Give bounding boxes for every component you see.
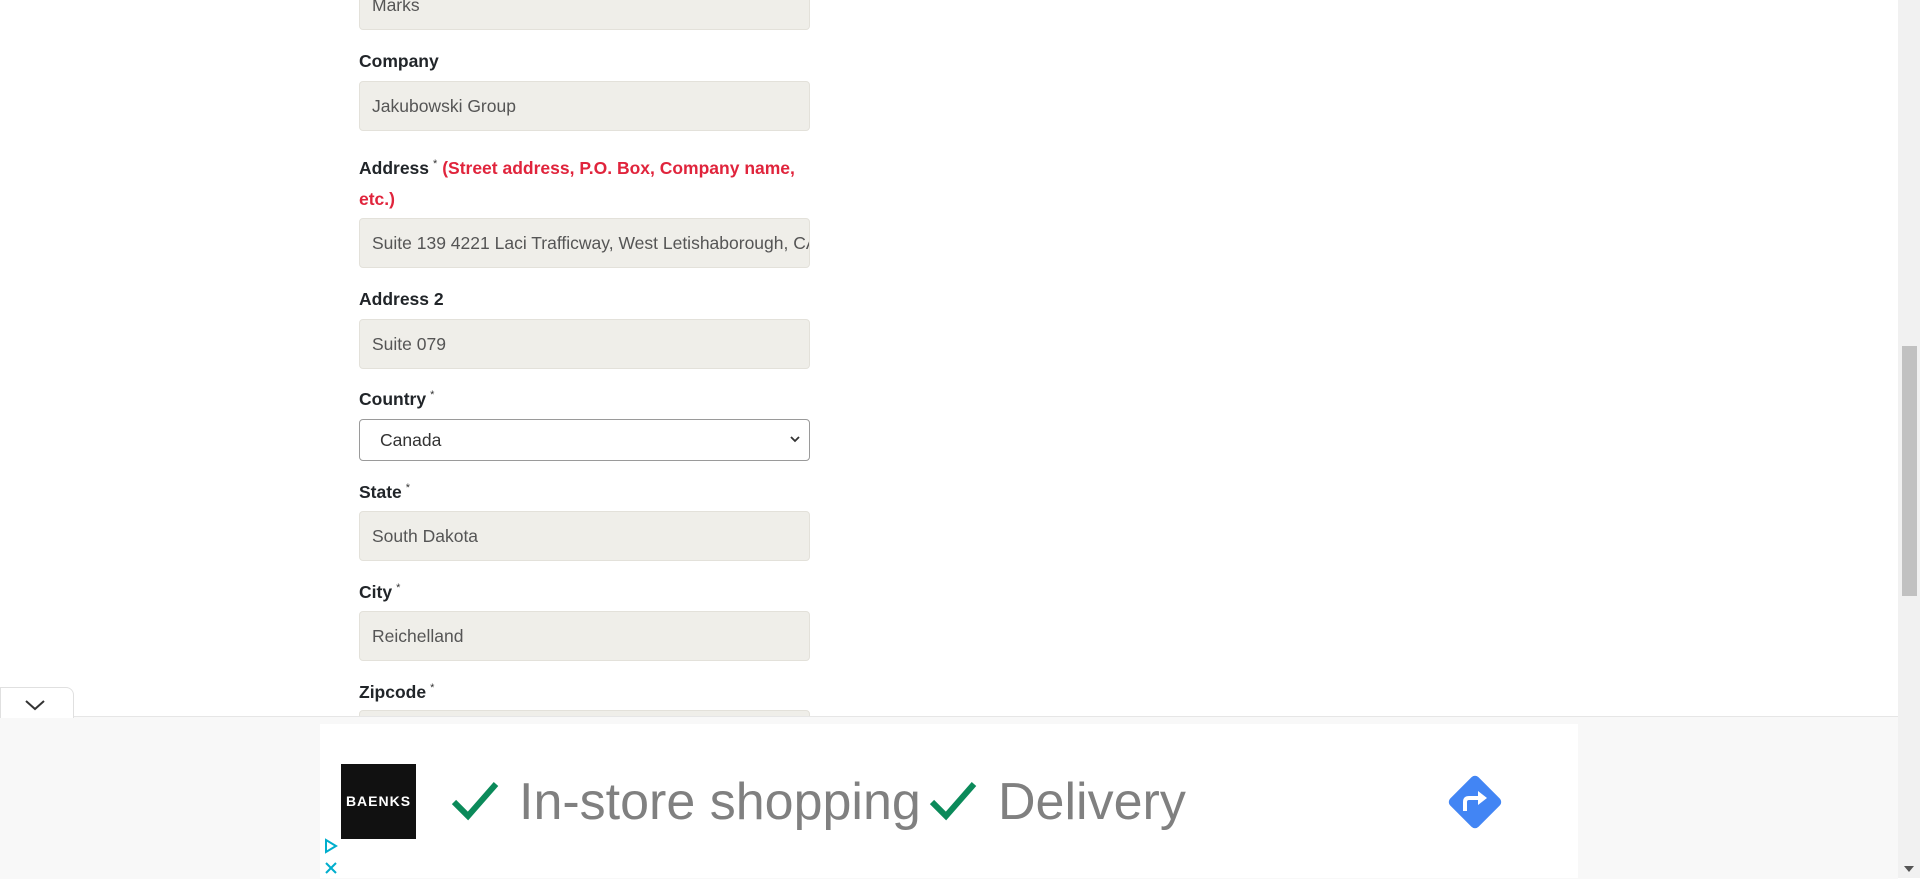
ad-text-instore[interactable]: In-store shopping xyxy=(519,772,921,832)
address2-input[interactable]: Suite 079 xyxy=(359,319,810,369)
close-icon[interactable] xyxy=(323,860,339,876)
required-mark: * xyxy=(430,682,435,695)
required-mark: * xyxy=(405,482,411,495)
directions-icon[interactable] xyxy=(1444,771,1506,833)
company-input[interactable]: Jakubowski Group xyxy=(359,81,810,131)
required-mark: * xyxy=(396,582,401,595)
zipcode-label: Zipcode * xyxy=(359,682,434,703)
required-mark: * xyxy=(430,389,435,402)
country-selected-value: Canada xyxy=(380,430,442,450)
city-label-text: City xyxy=(359,582,393,602)
ad-text-delivery[interactable]: Delivery xyxy=(998,772,1186,832)
chevron-down-icon xyxy=(25,700,45,711)
country-label: Country * xyxy=(359,389,434,410)
state-label: State * xyxy=(359,482,410,503)
brand-logo[interactable]: BAENKS xyxy=(341,764,416,839)
country-select[interactable]: Canada xyxy=(359,419,810,461)
checkmark-icon xyxy=(929,782,977,821)
zipcode-label-text: Zipcode xyxy=(359,682,427,702)
scroll-thumb[interactable] xyxy=(1902,346,1917,596)
checkmark-icon xyxy=(451,782,499,821)
state-input[interactable]: South Dakota xyxy=(359,511,810,561)
address-input[interactable]: Suite 139 4221 Laci Trafficway, West Let… xyxy=(359,218,810,268)
last-name-input[interactable]: Marks xyxy=(359,0,810,30)
chevron-down-icon xyxy=(790,436,800,443)
vertical-scrollbar[interactable] xyxy=(1898,0,1920,878)
city-label: City * xyxy=(359,582,400,603)
adchoices-icon[interactable] xyxy=(323,838,339,854)
company-label: Company xyxy=(359,51,439,71)
state-label-text: State xyxy=(359,482,402,502)
address-label-text: Address xyxy=(359,157,430,178)
address-label: Address * (Street address, P.O. Box, Comp… xyxy=(359,149,810,215)
city-input[interactable]: Reichelland xyxy=(359,611,810,661)
scroll-down-arrow-icon[interactable] xyxy=(1903,864,1915,874)
country-label-text: Country xyxy=(359,389,427,409)
ad-collapse-tab[interactable] xyxy=(0,687,74,718)
required-mark: * xyxy=(433,158,438,170)
address2-label: Address 2 xyxy=(359,289,444,309)
